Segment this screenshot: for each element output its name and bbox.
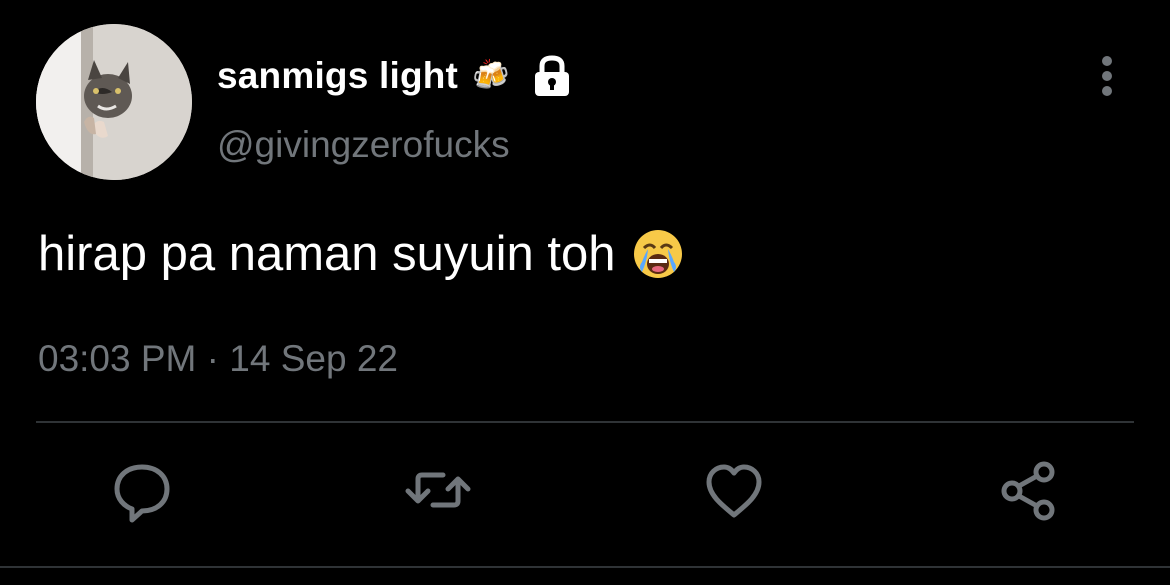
loudly-crying-face-emoji — [633, 230, 682, 278]
tweet-card: sanmigs light 🍻 @givingzerofucks hirap p… — [0, 0, 1170, 585]
reply-button[interactable] — [107, 455, 177, 525]
vertical-dots-icon — [1102, 56, 1112, 96]
heart-icon — [706, 464, 762, 518]
username[interactable]: @givingzerofucks — [217, 124, 510, 166]
cat-avatar-image — [36, 24, 192, 180]
avatar[interactable] — [36, 24, 192, 180]
bottom-divider — [0, 566, 1170, 568]
reply-icon — [114, 464, 170, 523]
action-bar — [0, 455, 1170, 535]
retweet-button[interactable] — [403, 455, 473, 525]
tweet-time: 03:03 PM — [38, 338, 197, 379]
retweet-icon — [405, 472, 471, 508]
display-name[interactable]: sanmigs light — [217, 55, 458, 97]
share-icon — [1001, 461, 1055, 521]
share-button[interactable] — [994, 455, 1064, 525]
lock-icon — [531, 54, 573, 98]
more-options-button[interactable] — [1088, 54, 1126, 98]
like-button[interactable] — [699, 455, 769, 525]
tweet-date: 14 Sep 22 — [229, 338, 398, 379]
divider — [36, 421, 1134, 423]
tweet-body: hirap pa naman suyuin toh — [38, 226, 684, 282]
beer-emoji: 🍻 — [472, 58, 510, 93]
tweet-text: hirap pa naman suyuin toh — [38, 227, 616, 281]
timestamp-separator: · — [206, 338, 219, 379]
timestamp[interactable]: 03:03 PM · 14 Sep 22 — [38, 338, 398, 380]
author-row: sanmigs light 🍻 — [217, 52, 573, 100]
